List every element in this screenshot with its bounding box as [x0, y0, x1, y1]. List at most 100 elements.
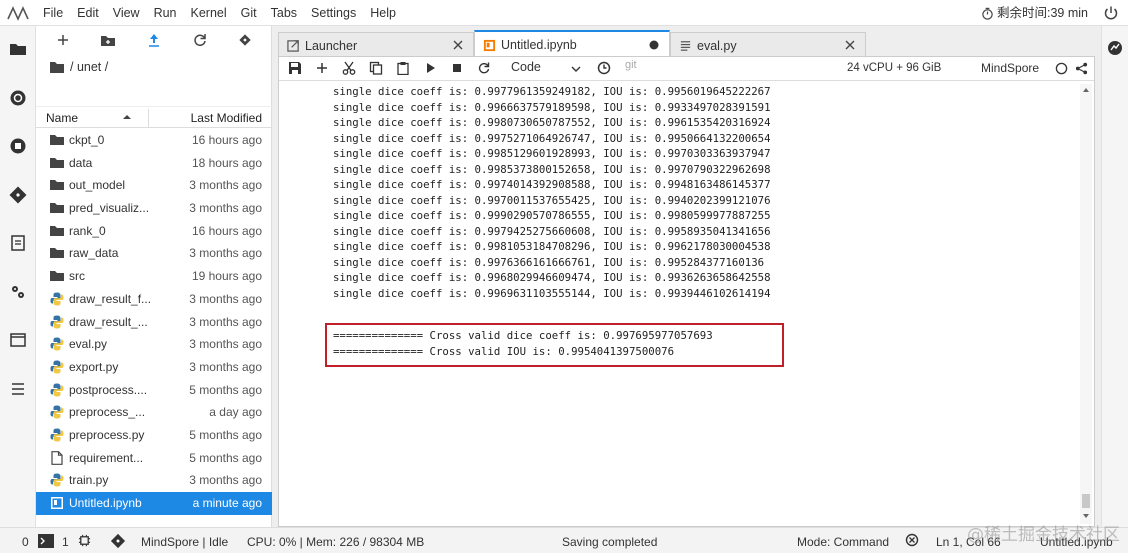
cross-valid-output: ============== Cross valid dice coeff is… — [333, 328, 713, 359]
file-row[interactable]: eval.py 3 months ago — [36, 333, 272, 356]
restart-icon[interactable] — [477, 61, 491, 75]
save-icon[interactable] — [288, 61, 302, 75]
file-row[interactable]: postprocess.... 5 months ago — [36, 379, 272, 402]
table-of-contents-icon[interactable] — [9, 380, 27, 398]
tab-untitled-ipynb[interactable]: Untitled.ipynb — [474, 30, 670, 58]
file-row[interactable]: train.py 3 months ago — [36, 469, 272, 492]
property-inspector-icon[interactable] — [9, 234, 27, 252]
output-line: single dice coeff is: 0.9969631103555144… — [333, 286, 771, 300]
tabs-icon[interactable] — [9, 331, 27, 349]
git-diff-button[interactable]: git — [625, 59, 637, 71]
file-modified: 3 months ago — [189, 359, 262, 374]
column-header-modified[interactable]: Last Modified — [191, 111, 262, 125]
file-row[interactable]: requirement... 5 months ago — [36, 447, 272, 470]
file-row[interactable]: Untitled.ipynb a minute ago — [36, 492, 272, 515]
file-icon — [51, 450, 63, 465]
folder-icon[interactable] — [50, 61, 64, 73]
new-folder-icon[interactable] — [100, 32, 116, 48]
breadcrumb-path[interactable]: / unet / — [70, 60, 108, 74]
output-line: single dice coeff is: 0.9968029946609474… — [333, 271, 771, 284]
file-name: raw_data — [69, 246, 119, 261]
file-row[interactable]: ckpt_0 16 hours ago — [36, 129, 272, 152]
menu-help[interactable]: Help — [363, 0, 403, 26]
file-modified: 5 months ago — [189, 427, 262, 442]
file-name: requirement... — [69, 450, 144, 465]
menu-settings[interactable]: Settings — [304, 0, 363, 26]
file-name: export.py — [69, 359, 119, 374]
file-row[interactable]: preprocess.py 5 months ago — [36, 424, 272, 447]
column-header-name[interactable]: Name — [46, 111, 78, 125]
menu-view[interactable]: View — [106, 0, 147, 26]
clock-icon[interactable] — [597, 61, 611, 75]
paste-icon[interactable] — [396, 61, 410, 75]
file-modified: 19 hours ago — [191, 269, 262, 284]
file-row[interactable]: export.py 3 months ago — [36, 356, 272, 379]
file-name: out_model — [69, 178, 126, 193]
file-row[interactable]: src 19 hours ago — [36, 265, 272, 288]
terminal-icon[interactable] — [38, 534, 54, 548]
file-name: preprocess_... — [69, 405, 146, 420]
file-row[interactable]: preprocess_... a day ago — [36, 401, 272, 424]
power-icon[interactable] — [1102, 4, 1120, 22]
cell-type-select[interactable]: Code — [511, 60, 541, 74]
stop-icon[interactable] — [450, 61, 464, 75]
git-status-icon[interactable] — [110, 533, 126, 549]
menu-file[interactable]: File — [36, 0, 70, 26]
python-icon — [50, 383, 64, 397]
kernel-name[interactable]: MindSpore — [981, 61, 1039, 75]
file-modified: 3 months ago — [189, 314, 262, 329]
tab-label: Launcher — [305, 38, 358, 53]
tab-launcher[interactable]: Launcher — [278, 32, 474, 58]
add-cell-icon[interactable] — [315, 61, 329, 75]
refresh-icon[interactable] — [192, 32, 208, 48]
cut-icon[interactable] — [342, 61, 356, 75]
status-zero[interactable]: 0 — [22, 535, 29, 549]
unsaved-dot-icon[interactable] — [648, 39, 660, 51]
file-modified: 3 months ago — [189, 178, 262, 193]
file-row[interactable]: rank_0 16 hours ago — [36, 220, 272, 243]
file-row[interactable]: data 18 hours ago — [36, 152, 272, 175]
scroll-up-arrow-icon[interactable] — [1082, 86, 1090, 94]
close-icon[interactable] — [844, 39, 856, 51]
scroll-thumb[interactable] — [1082, 494, 1090, 508]
share-icon[interactable] — [1075, 62, 1088, 75]
vertical-scrollbar[interactable] — [1080, 84, 1092, 524]
shield-icon[interactable] — [905, 533, 919, 547]
file-row[interactable]: draw_result_f... 3 months ago — [36, 288, 272, 311]
running-icon[interactable] — [9, 89, 27, 107]
file-modified: a day ago — [209, 405, 262, 420]
scroll-down-arrow-icon[interactable] — [1082, 512, 1090, 520]
file-browser: / unet / Name Last Modified ckpt_0 16 hou… — [36, 26, 272, 527]
file-row[interactable]: draw_result_... 3 months ago — [36, 311, 272, 334]
file-name: data — [69, 155, 93, 170]
resource-usage-icon[interactable] — [1107, 40, 1123, 56]
file-row[interactable]: pred_visualiz... 3 months ago — [36, 197, 272, 220]
mode-indicator[interactable]: Mode: Command — [797, 535, 889, 549]
kernel-chip-icon[interactable] — [78, 534, 91, 547]
menu-edit[interactable]: Edit — [70, 0, 106, 26]
stop-circle-icon[interactable] — [9, 137, 27, 155]
jupyter-logo-icon[interactable] — [0, 0, 36, 26]
terminal-count[interactable]: 1 — [62, 535, 69, 549]
run-icon[interactable] — [423, 61, 437, 75]
chevron-down-icon[interactable] — [571, 64, 581, 74]
sort-up-icon[interactable] — [122, 112, 132, 122]
menu-run[interactable]: Run — [147, 0, 184, 26]
tab-eval-py[interactable]: eval.py — [670, 32, 866, 58]
new-launcher-icon[interactable] — [55, 32, 71, 48]
menu-kernel[interactable]: Kernel — [184, 0, 234, 26]
cross-valid-iou-line: ============== Cross valid IOU is: 0.995… — [333, 344, 675, 358]
menu-git[interactable]: Git — [234, 0, 264, 26]
close-icon[interactable] — [452, 39, 464, 51]
file-row[interactable]: out_model 3 months ago — [36, 174, 272, 197]
git-icon[interactable] — [9, 186, 27, 204]
folder-icon[interactable] — [9, 40, 27, 58]
extension-gears-icon[interactable] — [9, 283, 27, 301]
copy-icon[interactable] — [369, 61, 383, 75]
menu-tabs[interactable]: Tabs — [264, 0, 304, 26]
upload-icon[interactable] — [146, 32, 162, 48]
file-modified: 3 months ago — [189, 291, 262, 306]
git-clone-icon[interactable] — [237, 32, 253, 48]
kernel-status[interactable]: MindSpore | Idle — [141, 535, 228, 549]
file-row[interactable]: raw_data 3 months ago — [36, 242, 272, 265]
